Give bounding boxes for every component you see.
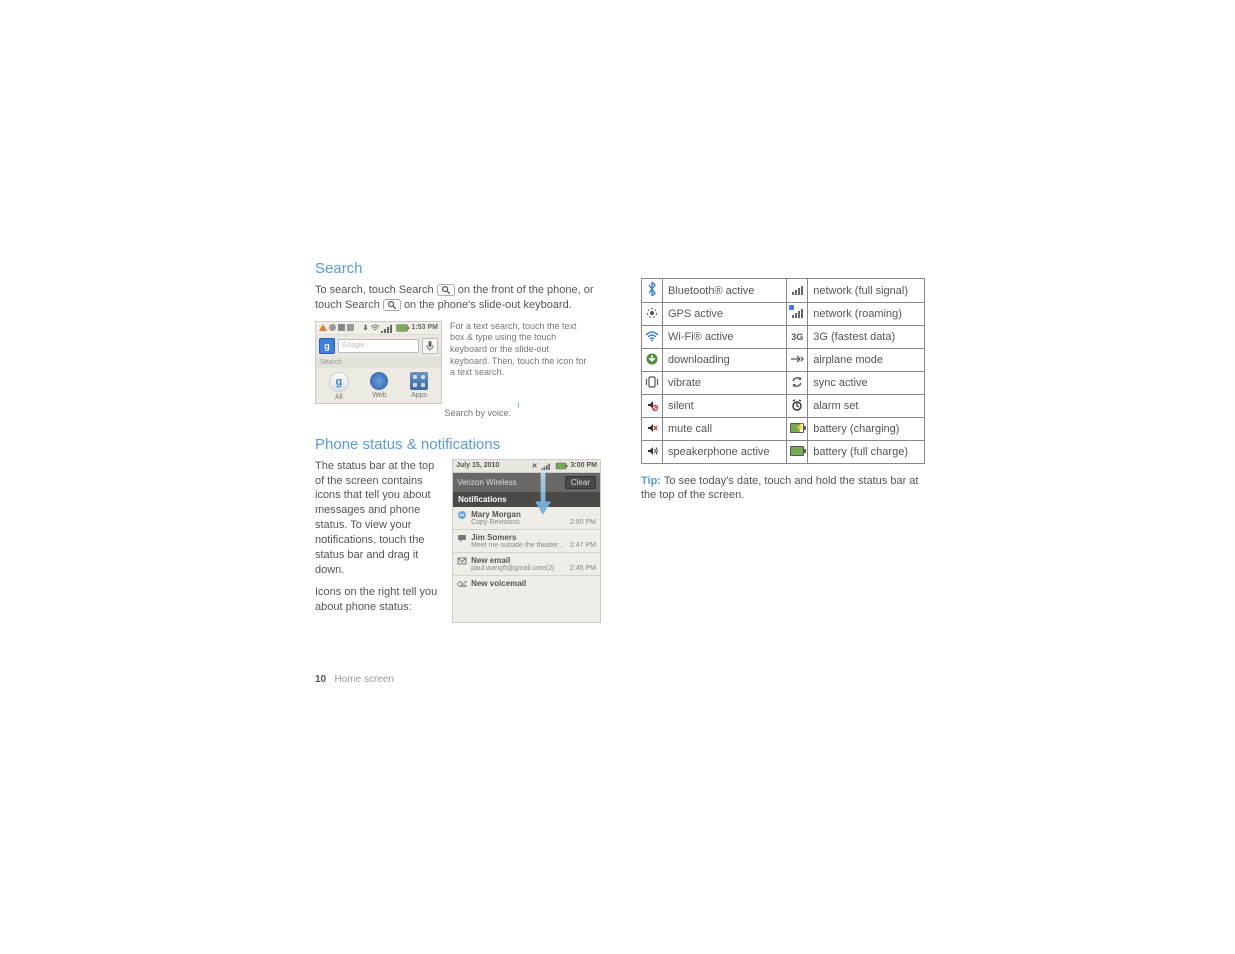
status-label: Bluetooth® active [663, 279, 787, 303]
signal-icon [541, 462, 550, 470]
battery-charging-icon: ⚡ [790, 421, 804, 435]
airplane-icon [790, 352, 804, 366]
status-label: sync active [808, 371, 925, 394]
status-icon [338, 324, 345, 331]
search-key-icon [437, 284, 455, 296]
status-label: battery (full charge) [808, 440, 925, 463]
search-callout: For a text search, touch the text box & … [450, 321, 590, 379]
status-icon [347, 324, 354, 331]
sms-icon [457, 533, 467, 543]
warning-icon [319, 324, 327, 331]
bluetooth-icon [645, 282, 659, 296]
wifi-icon [645, 329, 659, 343]
notification-row[interactable]: New emailpaul.wang6@gmail.com(2) 2:45 PM [453, 553, 600, 576]
search-body-seg3: on the phone's slide-out keyboard. [404, 299, 572, 311]
battery-icon [555, 462, 565, 469]
tip-body: To see today's date, touch and hold the … [641, 475, 919, 502]
widget-time: 1:53 PM [412, 324, 438, 331]
footer-section: Home screen [334, 674, 393, 685]
sync-icon [790, 375, 804, 389]
tip-label: Tip: [641, 475, 661, 487]
search-row: g Google [316, 335, 441, 357]
voice-callout: Search by voice. [341, 408, 511, 418]
status-label: 3G (fastest data) [808, 326, 925, 349]
signal-icon [790, 283, 804, 297]
page-number: 10 [315, 674, 326, 685]
status-body-2: Icons on the right tell you about phone … [315, 585, 442, 615]
search-figure: ⬇ 1:53 PM g Google S [315, 321, 601, 404]
mute-call-icon [645, 421, 659, 435]
speakerphone-icon [645, 444, 659, 458]
status-label: Wi-Fi® active [663, 326, 787, 349]
search-cat-apps[interactable]: Apps [410, 372, 428, 401]
search-key-icon [383, 299, 401, 311]
status-icons-table: Bluetooth® active network (full signal) … [641, 278, 925, 464]
np-carrier: Verizon Wireless [457, 478, 517, 487]
vibrate-icon [645, 375, 659, 389]
clear-button[interactable]: Clear [565, 476, 596, 489]
search-heading: Search [315, 260, 601, 277]
download-icon [645, 352, 659, 366]
search-input[interactable]: Google [338, 339, 419, 353]
search-body-seg1: To search, touch Search [315, 284, 437, 296]
search-cat-all[interactable]: g All [329, 372, 349, 401]
notification-row[interactable]: Jim SomersMeet me outside the theater...… [453, 530, 600, 553]
search-body: To search, touch Search on the front of … [315, 283, 601, 313]
three-g-icon: 3G [790, 330, 804, 344]
search-tab-label: Search [316, 357, 441, 368]
status-heading: Phone status & notifications [315, 436, 601, 453]
status-label: speakerphone active [663, 440, 787, 463]
status-label: network (full signal) [808, 279, 925, 303]
np-carrier-row: Verizon Wireless Clear [453, 473, 600, 492]
roaming-icon [790, 307, 804, 321]
page-footer: 10 Home screen [315, 674, 394, 685]
voicemail-icon [457, 579, 467, 589]
voice-search-button[interactable] [422, 338, 438, 354]
search-categories: g All Web Apps [316, 368, 441, 403]
status-label: network (roaming) [808, 303, 925, 326]
notification-row[interactable]: New voicemail [453, 576, 600, 592]
alarm-icon [790, 398, 804, 412]
status-label: vibrate [663, 371, 787, 394]
status-icon [329, 324, 336, 331]
status-icon: ⬇ [363, 324, 369, 332]
np-time: 3:00 PM [571, 462, 597, 469]
status-label: alarm set [808, 394, 925, 417]
left-column: Search To search, touch Search on the fr… [315, 260, 601, 623]
np-date: July 15, 2010 [456, 462, 499, 469]
signal-icon [381, 323, 392, 333]
google-badge-icon[interactable]: g [319, 338, 335, 354]
right-column: Bluetooth® active network (full signal) … [641, 260, 925, 623]
wifi-icon [371, 324, 379, 331]
silent-icon [645, 398, 659, 412]
notification-panel: July 15, 2010 ✕ 3:00 PM Verizon Wireless… [452, 459, 601, 623]
np-status-bar: July 15, 2010 ✕ 3:00 PM [453, 460, 600, 473]
np-header: Notifications [453, 492, 600, 507]
status-label: battery (charging) [808, 417, 925, 440]
mail-icon [457, 556, 467, 566]
search-widget: ⬇ 1:53 PM g Google S [315, 321, 442, 404]
widget-status-bar: ⬇ 1:53 PM [316, 322, 441, 335]
status-label: airplane mode [808, 348, 925, 371]
status-label: mute call [663, 417, 787, 440]
status-label: silent [663, 394, 787, 417]
page-content: Search To search, touch Search on the fr… [315, 260, 925, 623]
status-icon: ✕ [532, 462, 538, 470]
battery-full-icon [790, 444, 804, 458]
status-label: GPS active [663, 303, 787, 326]
status-text-column: The status bar at the top of the screen … [315, 459, 442, 623]
status-body-1: The status bar at the top of the screen … [315, 459, 442, 578]
search-cat-web[interactable]: Web [370, 372, 388, 401]
gps-icon [645, 306, 659, 320]
battery-icon [396, 324, 407, 331]
chat-icon [457, 510, 467, 520]
tip-text: Tip: To see today's date, touch and hold… [641, 474, 925, 504]
status-label: downloading [663, 348, 787, 371]
notification-row[interactable]: Mary MorganCopy Revisions 2:50 PM [453, 507, 600, 530]
